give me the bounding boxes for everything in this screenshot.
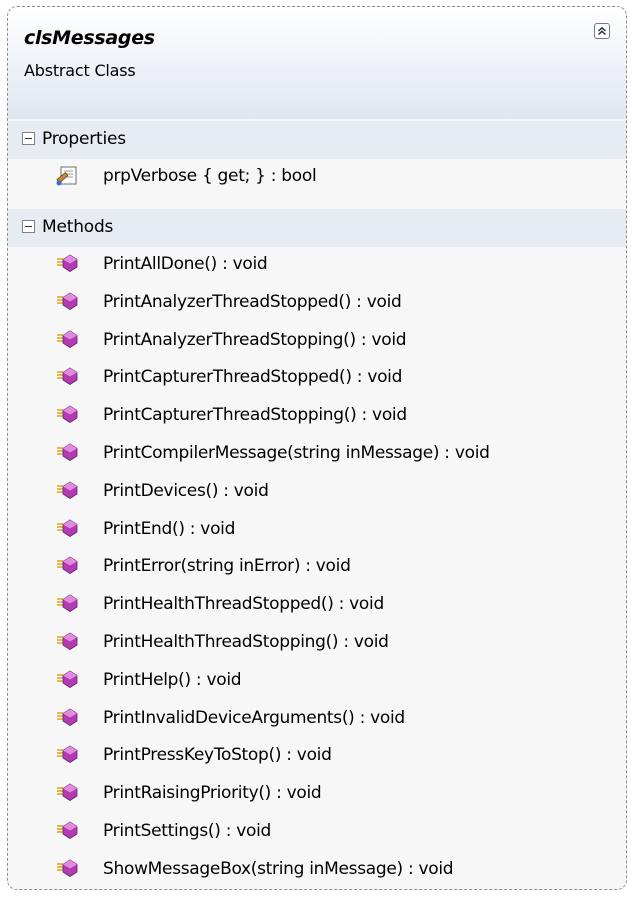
property-item[interactable]: prpVerbose { get; } : bool: [8, 159, 626, 193]
section-label: Properties: [42, 129, 126, 149]
section-label: Methods: [42, 217, 114, 237]
member-signature: PrintInvalidDeviceArguments() : void: [103, 707, 405, 728]
method-item[interactable]: PrintHealthThreadStopping() : void: [8, 625, 626, 659]
method-item[interactable]: PrintCapturerThreadStopped() : void: [8, 360, 626, 394]
member-signature: PrintAnalyzerThreadStopping() : void: [103, 329, 407, 350]
method-icon: [56, 518, 78, 540]
method-icon: [56, 442, 78, 464]
method-item[interactable]: PrintCompilerMessage(string inMessage) :…: [8, 436, 626, 470]
collapse-button[interactable]: [594, 23, 610, 39]
method-item[interactable]: PrintRaisingPriority() : void: [8, 776, 626, 810]
member-signature: PrintError(string inError) : void: [103, 556, 351, 577]
member-signature: PrintSettings() : void: [103, 821, 272, 841]
methods-list: PrintAllDone() : void PrintAnalyzerThread…: [8, 247, 626, 887]
member-signature: PrintCompilerMessage(string inMessage) :…: [103, 443, 490, 463]
collapse-toggle-icon[interactable]: [22, 220, 35, 233]
method-icon: [56, 744, 78, 766]
method-item[interactable]: PrintHealthThreadStopped() : void: [8, 587, 626, 621]
method-item[interactable]: PrintPressKeyToStop() : void: [8, 738, 626, 772]
class-name: clsMessages: [24, 27, 155, 49]
method-icon: [56, 782, 78, 804]
method-icon: [56, 366, 78, 388]
method-icon: [56, 593, 78, 615]
method-item[interactable]: PrintCapturerThreadStopping() : void: [8, 398, 626, 432]
class-kind: Abstract Class: [24, 61, 136, 80]
member-signature: PrintAllDone() : void: [103, 254, 268, 274]
section-header-properties[interactable]: Properties: [8, 121, 626, 159]
properties-list: prpVerbose { get; } : bool: [8, 159, 626, 199]
method-item[interactable]: PrintEnd() : void: [8, 512, 626, 546]
method-icon: [56, 329, 78, 351]
member-signature: PrintRaisingPriority() : void: [103, 783, 322, 804]
method-icon: [56, 291, 78, 313]
member-signature: ShowMessageBox(string inMessage) : void: [103, 858, 454, 879]
member-signature: PrintHelp() : void: [103, 669, 242, 690]
method-item[interactable]: PrintAnalyzerThreadStopped() : void: [8, 285, 626, 319]
method-icon: [56, 631, 78, 653]
method-icon: [56, 858, 78, 880]
member-signature: PrintHealthThreadStopping() : void: [103, 632, 389, 652]
method-item[interactable]: PrintInvalidDeviceArguments() : void: [8, 701, 626, 735]
method-icon: [56, 707, 78, 729]
method-item[interactable]: PrintHelp() : void: [8, 663, 626, 697]
member-signature: PrintHealthThreadStopped() : void: [103, 594, 384, 615]
member-signature: PrintCapturerThreadStopping() : void: [103, 405, 407, 426]
method-icon: [56, 820, 78, 842]
method-icon: [56, 669, 78, 691]
class-shape[interactable]: clsMessages Abstract Class Properties pr…: [7, 6, 627, 890]
member-signature: PrintDevices() : void: [103, 480, 269, 501]
method-icon: [56, 404, 78, 426]
section-header-methods[interactable]: Methods: [8, 209, 626, 247]
method-item[interactable]: PrintError(string inError) : void: [8, 549, 626, 583]
method-icon: [56, 253, 78, 275]
member-signature: prpVerbose { get; } : bool: [103, 166, 317, 186]
method-item[interactable]: PrintAnalyzerThreadStopping() : void: [8, 323, 626, 357]
class-header: clsMessages Abstract Class: [8, 7, 626, 119]
property-icon: [56, 165, 78, 187]
member-signature: PrintAnalyzerThreadStopped() : void: [103, 291, 402, 312]
method-item[interactable]: PrintAllDone() : void: [8, 247, 626, 281]
member-signature: PrintCapturerThreadStopped() : void: [103, 367, 403, 388]
collapse-toggle-icon[interactable]: [22, 132, 35, 145]
method-icon: [56, 555, 78, 577]
double-chevron-up-icon: [597, 26, 607, 36]
method-item[interactable]: PrintSettings() : void: [8, 814, 626, 848]
member-signature: PrintEnd() : void: [103, 518, 236, 539]
method-item[interactable]: PrintDevices() : void: [8, 474, 626, 508]
method-icon: [56, 480, 78, 502]
member-signature: PrintPressKeyToStop() : void: [103, 745, 332, 766]
method-item[interactable]: ShowMessageBox(string inMessage) : void: [8, 852, 626, 886]
